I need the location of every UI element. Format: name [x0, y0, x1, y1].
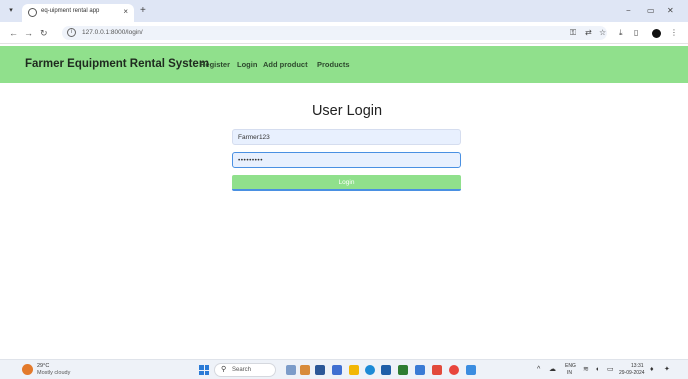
weather-icon[interactable]: [22, 364, 33, 375]
nav-products[interactable]: Products: [317, 60, 350, 69]
taskbar-app-icon[interactable]: [332, 365, 342, 375]
windows-icon[interactable]: [199, 365, 209, 375]
copilot-icon[interactable]: ✦: [664, 365, 670, 374]
tab-close-icon[interactable]: ×: [123, 7, 128, 16]
weather-desc[interactable]: Mostly cloudy: [37, 370, 70, 376]
nav-add-product[interactable]: Add product: [263, 60, 308, 69]
taskbar-app-icon[interactable]: [286, 365, 296, 375]
weather-temp[interactable]: 29°C: [37, 363, 49, 369]
search-placeholder: Search: [232, 367, 252, 373]
username-input[interactable]: [232, 129, 461, 145]
taskbar-app-icon[interactable]: [365, 365, 375, 375]
minimize-button[interactable]: −: [626, 6, 631, 15]
download-icon[interactable]: ⤓: [619, 28, 623, 38]
nav-login[interactable]: Login: [237, 60, 257, 69]
chevron-up-icon[interactable]: ^: [537, 365, 540, 374]
browser-tab-strip: ▾ eq-uipment rental app × + − ▭ ✕: [0, 0, 688, 22]
address-bar: ← → ↻ i 127.0.0.1:8000/login/ ⚿ ⇄ ☆ ⤓ ▯ …: [0, 22, 688, 44]
taskbar-app-icon[interactable]: [415, 365, 425, 375]
login-title: User Login: [311, 103, 383, 119]
omnibox[interactable]: i 127.0.0.1:8000/login/: [62, 26, 607, 40]
lang-bottom[interactable]: IN: [567, 370, 572, 376]
password-input[interactable]: [232, 152, 461, 168]
taskbar-app-icon[interactable]: [315, 365, 325, 375]
close-window-button[interactable]: ✕: [667, 6, 674, 15]
maximize-button[interactable]: ▭: [647, 6, 655, 15]
volume-icon[interactable]: ◖: [595, 365, 599, 374]
profile-icon[interactable]: [652, 29, 661, 38]
taskbar-app-icon[interactable]: [398, 365, 408, 375]
brand-title[interactable]: Farmer Equipment Rental System: [25, 58, 209, 70]
site-info-icon[interactable]: i: [67, 28, 76, 37]
back-icon[interactable]: ←: [9, 28, 18, 38]
taskbar-search[interactable]: ⚲ Search: [214, 363, 276, 377]
clock-time[interactable]: 13:31: [631, 363, 644, 369]
lang-top[interactable]: ENG: [565, 363, 576, 369]
bell-icon[interactable]: ♦: [650, 365, 654, 374]
tray-app-icon[interactable]: ☁: [549, 365, 556, 374]
favicon-icon: [28, 8, 37, 17]
menu-icon[interactable]: ⋮: [670, 28, 678, 38]
reload-icon[interactable]: ↻: [40, 28, 48, 38]
login-button[interactable]: Login: [232, 175, 461, 191]
forward-icon[interactable]: →: [24, 28, 33, 38]
browser-tab[interactable]: eq-uipment rental app ×: [22, 4, 134, 22]
wifi-icon[interactable]: ≋: [583, 365, 589, 374]
nav-register[interactable]: Register: [200, 60, 230, 69]
star-icon[interactable]: ☆: [599, 28, 606, 38]
taskbar-app-icon[interactable]: [449, 365, 459, 375]
taskbar-app-icon[interactable]: [349, 365, 359, 375]
search-icon: ⚲: [221, 366, 227, 373]
screen: ▾ eq-uipment rental app × + − ▭ ✕ ← → ↻ …: [0, 0, 688, 379]
battery-icon[interactable]: ▭: [607, 365, 614, 374]
translate-icon[interactable]: ⇄: [585, 28, 592, 38]
new-tab-button[interactable]: +: [140, 5, 146, 16]
taskbar-app-icon[interactable]: [432, 365, 442, 375]
tab-title: eq-uipment rental app: [41, 8, 100, 14]
url-text[interactable]: 127.0.0.1:8000/login/: [82, 29, 143, 36]
clock-date[interactable]: 29-09-2024: [619, 370, 645, 376]
taskbar-app-icon[interactable]: [300, 365, 310, 375]
taskbar-app-icon[interactable]: [381, 365, 391, 375]
chevron-down-icon[interactable]: ▾: [6, 6, 16, 16]
app-navbar: Farmer Equipment Rental System Register …: [0, 46, 688, 83]
password-key-icon[interactable]: ⚿: [570, 28, 576, 38]
sidebar-icon[interactable]: ▯: [634, 28, 638, 38]
taskbar: 29°C Mostly cloudy ⚲ Search ^ ☁ ENG IN ≋…: [0, 359, 688, 379]
taskbar-app-icon[interactable]: [466, 365, 476, 375]
